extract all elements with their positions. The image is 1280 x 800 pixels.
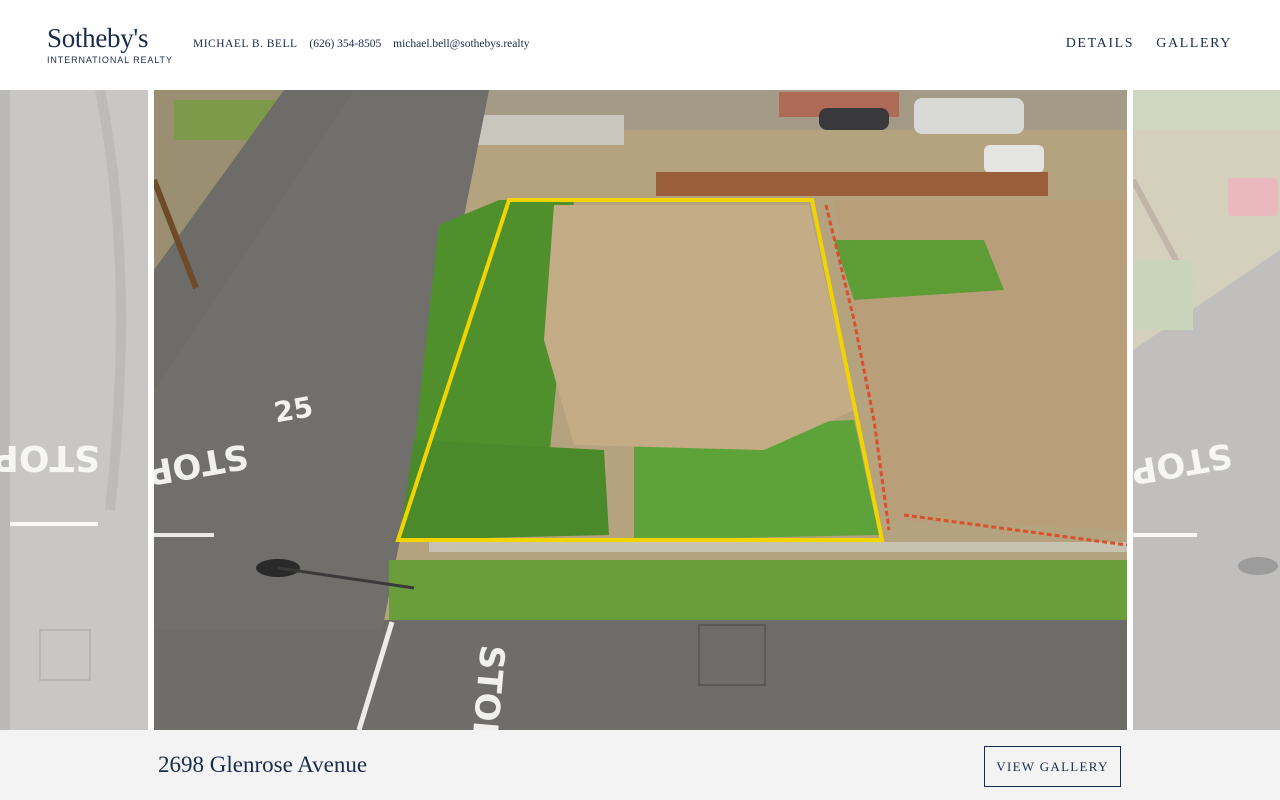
previous-slide-photo: STOP	[0, 90, 148, 730]
brand-logo[interactable]: Sotheby's INTERNATIONAL REALTY	[47, 24, 177, 65]
photo-slider[interactable]: STOP 25 STOP STOP STOP	[0, 90, 1280, 730]
listing-footer: 2698 Glenrose Avenue VIEW GALLERY	[0, 730, 1280, 800]
aerial-lot-photo: 25 STOP STOP	[154, 90, 1127, 730]
site-header: Sotheby's INTERNATIONAL REALTY MICHAEL B…	[0, 0, 1280, 90]
brand-subtitle: INTERNATIONAL REALTY	[47, 55, 173, 65]
agent-email[interactable]: michael.bell@sothebys.realty	[393, 38, 529, 50]
street-number-marking: 25	[271, 390, 315, 429]
view-gallery-button[interactable]: VIEW GALLERY	[984, 746, 1121, 787]
next-slide[interactable]: STOP	[1133, 90, 1280, 730]
next-slide-photo: STOP	[1133, 90, 1280, 730]
main-nav: DETAILS GALLERY	[1049, 36, 1232, 52]
listing-address: 2698 Glenrose Avenue	[158, 752, 368, 777]
previous-slide[interactable]: STOP	[0, 90, 148, 730]
nav-gallery-link[interactable]: GALLERY	[1156, 36, 1232, 51]
brand-name: Sotheby's	[47, 23, 149, 53]
agent-contact: MICHAEL B. BELL (626) 354-8505 michael.b…	[193, 38, 539, 50]
main-slide[interactable]: 25 STOP STOP	[154, 90, 1127, 730]
nav-details-link[interactable]: DETAILS	[1066, 36, 1134, 51]
agent-name: MICHAEL B. BELL	[193, 38, 298, 50]
prev-stop-marking: STOP	[0, 437, 100, 478]
agent-phone[interactable]: (626) 354-8505	[309, 38, 381, 50]
